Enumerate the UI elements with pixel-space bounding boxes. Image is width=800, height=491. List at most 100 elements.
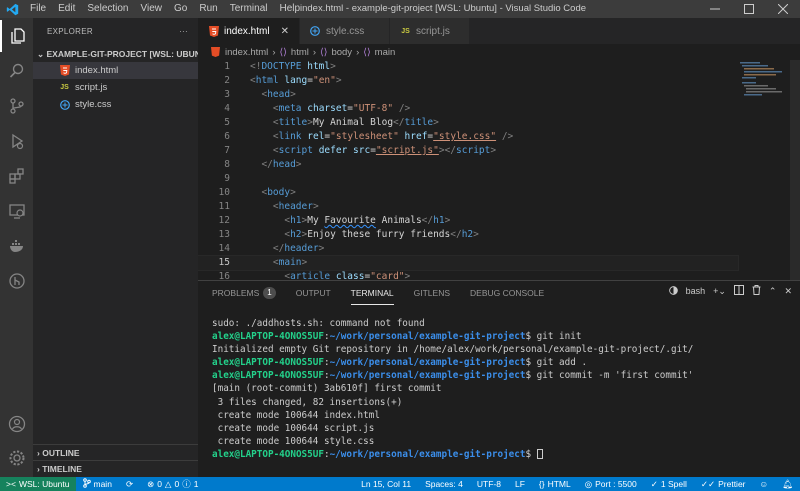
trash-icon[interactable]	[752, 285, 761, 297]
tab-style-css[interactable]: style.css	[299, 18, 390, 44]
search-icon[interactable]	[0, 55, 33, 87]
prettier-status[interactable]: ✓✓ Prettier	[694, 479, 753, 490]
menu-bar: File Edit Selection View Go Run Terminal…	[24, 0, 306, 18]
explorer-icon[interactable]	[0, 20, 33, 52]
info-icon: ⓘ	[182, 479, 191, 489]
tab-index-html[interactable]: index.html ✕	[198, 18, 300, 44]
feedback-icon[interactable]: ☺	[753, 479, 776, 489]
live-server-port[interactable]: ◎ Port : 5500	[578, 479, 644, 490]
code-editor[interactable]: 1 <!DOCTYPE html> 2 <html lang="en"> 3 <he…	[198, 60, 800, 280]
terminal-output[interactable]: sudo: ./addhosts.sh: command not found a…	[212, 317, 792, 461]
info-count: 1	[193, 479, 199, 489]
outline-label: OUTLINE	[42, 448, 80, 458]
outline-section[interactable]: › OUTLINE	[33, 444, 198, 460]
remote-explorer-icon[interactable]	[0, 195, 33, 227]
explorer-sidebar: EXPLORER ··· ⌄ EXAMPLE-GIT-PROJECT [WSL:…	[33, 18, 198, 477]
menu-edit[interactable]: Edit	[52, 0, 81, 18]
chevron-right-icon: ›	[37, 448, 40, 458]
tab-script-js[interactable]: JS script.js	[389, 18, 470, 44]
sync-icon[interactable]: ⟳	[119, 479, 140, 490]
menu-selection[interactable]: Selection	[81, 0, 134, 18]
title-bar: File Edit Selection View Go Run Terminal…	[0, 0, 800, 18]
editor-scrollbar[interactable]	[790, 60, 800, 280]
menu-go[interactable]: Go	[168, 0, 193, 18]
tab-problems[interactable]: PROBLEMS 1	[212, 281, 276, 305]
tab-terminal[interactable]: TERMINAL	[350, 281, 394, 305]
menu-view[interactable]: View	[135, 0, 169, 18]
code-line: 6 <link rel="stylesheet" href="style.css…	[224, 131, 514, 142]
bottom-panel: PROBLEMS 1 OUTPUT TERMINAL GITLENS DEBUG …	[198, 280, 800, 477]
spell-check[interactable]: ✓ 1 Spell	[644, 479, 694, 490]
indentation[interactable]: Spaces: 4	[418, 479, 470, 489]
account-icon[interactable]	[0, 408, 33, 440]
double-check-icon: ✓✓	[700, 478, 716, 489]
remote-indicator[interactable]: >< WSL: Ubuntu	[0, 477, 76, 491]
project-name: EXAMPLE-GIT-PROJECT [WSL: UBUN...	[46, 49, 199, 59]
encoding[interactable]: UTF-8	[470, 479, 508, 489]
code-line: 11 <header>	[218, 201, 319, 212]
more-actions-icon[interactable]: ···	[179, 18, 188, 46]
code-line: 5 <title>My Animal Blog</title>	[224, 117, 439, 128]
code-line: 9	[224, 173, 230, 184]
tab-label: index.html	[224, 25, 270, 37]
code-line: 16 <article class="card">	[218, 271, 411, 280]
split-terminal-icon[interactable]	[733, 285, 744, 297]
menu-file[interactable]: File	[24, 0, 52, 18]
close-icon[interactable]	[766, 0, 800, 18]
notifications-bell-icon[interactable]: 🔔︎	[775, 479, 800, 490]
docker-icon[interactable]	[0, 230, 33, 262]
tab-output[interactable]: OUTPUT	[296, 281, 331, 305]
terminal-line: sudo: ./addhosts.sh: command not found	[212, 318, 425, 329]
element-icon: ⟨⟩	[363, 46, 371, 58]
minimize-icon[interactable]	[698, 0, 732, 18]
maximize-panel-icon[interactable]: ⌃	[769, 286, 777, 297]
status-bar: >< WSL: Ubuntu main ⟳ ⊗ 0 △ 0 ⓘ 1 Ln 15, Co…	[0, 477, 800, 491]
code-line: 13 <h2>Enjoy these furry friends</h2>	[218, 229, 479, 240]
menu-terminal[interactable]: Terminal	[224, 0, 274, 18]
chevron-right-icon: ›	[356, 46, 360, 58]
branch-indicator[interactable]: main	[76, 478, 119, 490]
gitlens-icon[interactable]	[0, 265, 33, 297]
breadcrumb-item[interactable]: html	[291, 47, 309, 58]
breadcrumb-item[interactable]: body	[331, 47, 352, 58]
file-script-js[interactable]: JS script.js	[33, 79, 198, 96]
error-icon: ⊗	[147, 478, 155, 489]
timeline-section[interactable]: › TIMELINE	[33, 460, 198, 476]
language-mode[interactable]: {} HTML	[532, 479, 578, 489]
file-style-css[interactable]: style.css	[33, 96, 198, 113]
close-tab-icon[interactable]: ✕	[281, 26, 289, 37]
js-file-icon: JS	[60, 84, 69, 91]
run-debug-icon[interactable]	[0, 125, 33, 157]
tab-gitlens[interactable]: GITLENS	[414, 281, 450, 305]
window-title: index.html - example-git-project [WSL: U…	[300, 3, 587, 14]
settings-gear-icon[interactable]	[0, 442, 33, 474]
code-line: 3 <head>	[224, 89, 296, 100]
git-branch-icon	[82, 478, 91, 490]
close-panel-icon[interactable]: ✕	[784, 286, 792, 297]
source-control-icon[interactable]	[0, 90, 33, 122]
file-name: index.html	[75, 65, 119, 76]
shell-name[interactable]: bash	[686, 286, 706, 296]
end-of-line[interactable]: LF	[508, 479, 532, 489]
terminal-line: create mode 100644 style.css	[212, 435, 375, 447]
file-name: style.css	[75, 99, 112, 110]
breadcrumb-item[interactable]: main	[375, 47, 396, 58]
project-folder[interactable]: ⌄ EXAMPLE-GIT-PROJECT [WSL: UBUN...	[33, 46, 198, 62]
breadcrumb-item[interactable]: index.html	[225, 47, 268, 58]
breadcrumb: index.html › ⟨⟩ html › ⟨⟩ body › ⟨⟩ main	[198, 44, 800, 60]
add-terminal-icon[interactable]: +⌄	[713, 286, 726, 297]
tab-debug-console[interactable]: DEBUG CONSOLE	[470, 281, 544, 305]
code-line: 2 <html lang="en">	[224, 75, 342, 86]
extensions-icon[interactable]	[0, 160, 33, 192]
menu-run[interactable]: Run	[193, 0, 223, 18]
css-file-icon	[59, 99, 70, 110]
activity-bar	[0, 18, 33, 477]
terminal-prompt-line: alex@LAPTOP-4ONOS5UF:~/work/personal/exa…	[212, 331, 582, 343]
problems-indicator[interactable]: ⊗ 0 △ 0 ⓘ 1	[140, 478, 205, 490]
maximize-icon[interactable]	[732, 0, 766, 18]
cursor-position[interactable]: Ln 15, Col 11	[354, 479, 418, 489]
chevron-right-icon: ›	[312, 46, 317, 58]
html-file-icon	[59, 65, 70, 76]
check-icon: ✓	[650, 478, 658, 489]
file-index-html[interactable]: index.html	[33, 62, 198, 79]
